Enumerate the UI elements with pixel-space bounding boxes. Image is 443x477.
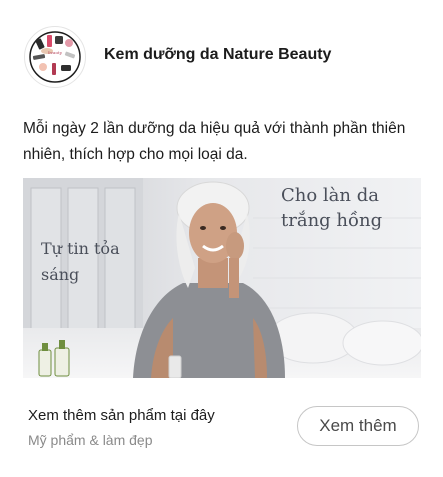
- brand-logo[interactable]: beauty: [24, 26, 86, 88]
- ad-caption: Mỗi ngày 2 lần dưỡng da hiệu quả với thà…: [23, 120, 406, 163]
- footer-subtitle: Mỹ phẩm & làm đẹp: [28, 432, 153, 448]
- image-tagline: Tự tin tỏa sáng: [41, 239, 120, 284]
- svg-text:beauty: beauty: [48, 50, 62, 55]
- ad-image[interactable]: Cho làn da trắng hồng Tự tin tỏa sáng: [23, 178, 421, 378]
- cosmetics-logo-icon: beauty: [29, 31, 81, 83]
- image-headline: Cho làn da trắng hồng: [281, 185, 383, 231]
- footer-title[interactable]: Xem thêm sản phẩm tại đây: [28, 407, 215, 424]
- see-more-button[interactable]: Xem thêm: [297, 406, 419, 446]
- ad-header: beauty Kem dưỡng da Nature Beauty: [24, 26, 424, 88]
- page-name[interactable]: Kem dưỡng da Nature Beauty: [104, 46, 331, 64]
